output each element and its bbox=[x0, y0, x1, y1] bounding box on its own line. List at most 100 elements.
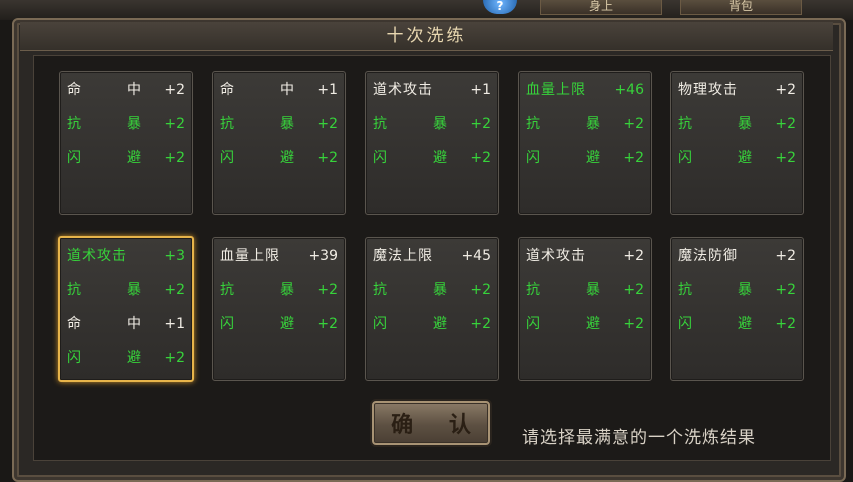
result-card[interactable]: 魔法上限 +45 抗 暴 +2 闪 避 +2 bbox=[365, 237, 499, 381]
stat-value: +46 bbox=[614, 82, 644, 98]
stat-value: +2 bbox=[164, 350, 185, 366]
stat-name: 道术攻击 bbox=[67, 248, 127, 264]
stat-name-char: 暴 bbox=[280, 116, 294, 132]
stat-row: 血量上限 +39 bbox=[220, 246, 338, 266]
stat-name-char: 闪 bbox=[67, 150, 81, 166]
stat-row: 抗 暴 +2 bbox=[526, 280, 644, 300]
stat-value: +2 bbox=[164, 282, 185, 298]
stat-name-char: 抗 bbox=[67, 116, 81, 132]
stat-name-char: 命 bbox=[67, 82, 81, 98]
stat-name-char: 闪 bbox=[220, 150, 234, 166]
stat-name-char: 抗 bbox=[373, 116, 387, 132]
stat-name: 道术攻击 bbox=[526, 248, 586, 264]
stat-row: 闪 避 +2 bbox=[220, 148, 338, 168]
stat-row: 命 中 +2 bbox=[67, 80, 185, 100]
stat-name-char: 暴 bbox=[127, 116, 141, 132]
stat-value: +2 bbox=[470, 150, 491, 166]
hint-text: 请选择最满意的一个洗炼结果 bbox=[522, 428, 756, 448]
stat-value: +2 bbox=[164, 150, 185, 166]
stat-name-char: 抗 bbox=[67, 282, 81, 298]
result-card[interactable]: 命 中 +1 抗 暴 +2 闪 避 +2 bbox=[212, 71, 346, 215]
stat-row: 闪 避 +2 bbox=[526, 148, 644, 168]
stat-row: 闪 避 +2 bbox=[678, 314, 796, 334]
stat-name-char: 暴 bbox=[738, 116, 752, 132]
stat-name-char: 闪 bbox=[373, 316, 387, 332]
stat-name-char: 暴 bbox=[280, 282, 294, 298]
stat-name-char: 抗 bbox=[373, 282, 387, 298]
stat-row: 魔法上限 +45 bbox=[373, 246, 491, 266]
result-card[interactable]: 血量上限 +39 抗 暴 +2 闪 避 +2 bbox=[212, 237, 346, 381]
stat-row: 闪 避 +2 bbox=[67, 348, 185, 368]
result-card[interactable]: 魔法防御 +2 抗 暴 +2 闪 避 +2 bbox=[670, 237, 804, 381]
stat-value: +2 bbox=[623, 316, 644, 332]
stat-row: 道术攻击 +1 bbox=[373, 80, 491, 100]
stat-row: 抗 暴 +2 bbox=[67, 114, 185, 134]
stat-value: +2 bbox=[623, 150, 644, 166]
stat-row: 物理攻击 +2 bbox=[678, 80, 796, 100]
stat-name: 血量上限 bbox=[220, 248, 280, 264]
result-card[interactable]: 血量上限 +46 抗 暴 +2 闪 避 +2 bbox=[518, 71, 652, 215]
stat-name-char: 暴 bbox=[586, 282, 600, 298]
stat-name-char: 避 bbox=[280, 150, 294, 166]
stat-row: 抗 暴 +2 bbox=[373, 280, 491, 300]
stat-row: 抗 暴 +2 bbox=[526, 114, 644, 134]
stat-name-char: 中 bbox=[280, 82, 294, 98]
stat-name-char: 避 bbox=[586, 150, 600, 166]
confirm-button[interactable]: 确 认 bbox=[372, 401, 490, 445]
stat-name-char: 避 bbox=[127, 150, 141, 166]
result-card[interactable]: 命 中 +2 抗 暴 +2 闪 避 +2 bbox=[59, 71, 193, 215]
stat-row: 抗 暴 +2 bbox=[678, 280, 796, 300]
stat-name-char: 暴 bbox=[127, 282, 141, 298]
stat-value: +2 bbox=[623, 282, 644, 298]
stat-row: 抗 暴 +2 bbox=[678, 114, 796, 134]
stat-value: +2 bbox=[470, 316, 491, 332]
stat-value: +1 bbox=[164, 316, 185, 332]
stat-row: 抗 暴 +2 bbox=[67, 280, 185, 300]
stat-name-char: 命 bbox=[220, 82, 234, 98]
result-card[interactable]: 道术攻击 +2 抗 暴 +2 闪 避 +2 bbox=[518, 237, 652, 381]
stat-value: +2 bbox=[623, 248, 644, 264]
stat-value: +1 bbox=[470, 82, 491, 98]
stat-value: +45 bbox=[461, 248, 491, 264]
stat-name-char: 避 bbox=[738, 150, 752, 166]
stat-value: +2 bbox=[470, 116, 491, 132]
stat-name-char: 闪 bbox=[526, 316, 540, 332]
stat-name-char: 闪 bbox=[67, 350, 81, 366]
stat-value: +2 bbox=[470, 282, 491, 298]
stat-value: +3 bbox=[164, 248, 185, 264]
stat-row: 抗 暴 +2 bbox=[220, 114, 338, 134]
stat-row: 闪 避 +2 bbox=[678, 148, 796, 168]
result-card[interactable]: 道术攻击 +3 抗 暴 +2 命 中 +1 闪 避 +2 bbox=[58, 236, 194, 382]
stat-row: 魔法防御 +2 bbox=[678, 246, 796, 266]
stat-name-char: 抗 bbox=[678, 116, 692, 132]
stat-name-char: 闪 bbox=[678, 316, 692, 332]
stat-name-char: 抗 bbox=[526, 116, 540, 132]
stat-name: 道术攻击 bbox=[373, 82, 433, 98]
stat-row: 闪 避 +2 bbox=[526, 314, 644, 334]
stat-name-char: 暴 bbox=[433, 116, 447, 132]
stat-value: +2 bbox=[775, 316, 796, 332]
tab-body[interactable]: 身上 bbox=[540, 0, 662, 15]
stat-value: +2 bbox=[317, 282, 338, 298]
stat-row: 闪 避 +2 bbox=[220, 314, 338, 334]
stat-name-char: 避 bbox=[433, 316, 447, 332]
stat-value: +2 bbox=[317, 116, 338, 132]
stat-name-char: 命 bbox=[67, 316, 81, 332]
stat-name-char: 闪 bbox=[526, 150, 540, 166]
stat-value: +2 bbox=[775, 116, 796, 132]
result-card[interactable]: 物理攻击 +2 抗 暴 +2 闪 避 +2 bbox=[670, 71, 804, 215]
result-card[interactable]: 道术攻击 +1 抗 暴 +2 闪 避 +2 bbox=[365, 71, 499, 215]
stat-name-char: 避 bbox=[586, 316, 600, 332]
stat-value: +2 bbox=[317, 316, 338, 332]
stat-name-char: 闪 bbox=[220, 316, 234, 332]
stat-value: +2 bbox=[164, 82, 185, 98]
stat-name-char: 避 bbox=[433, 150, 447, 166]
stat-row: 闪 避 +2 bbox=[373, 314, 491, 334]
tab-bag[interactable]: 背包 bbox=[680, 0, 802, 15]
stat-name-char: 中 bbox=[127, 316, 141, 332]
stat-name-char: 避 bbox=[738, 316, 752, 332]
stat-name-char: 中 bbox=[127, 82, 141, 98]
stat-row: 闪 避 +2 bbox=[373, 148, 491, 168]
stat-row: 血量上限 +46 bbox=[526, 80, 644, 100]
stat-name-char: 暴 bbox=[738, 282, 752, 298]
